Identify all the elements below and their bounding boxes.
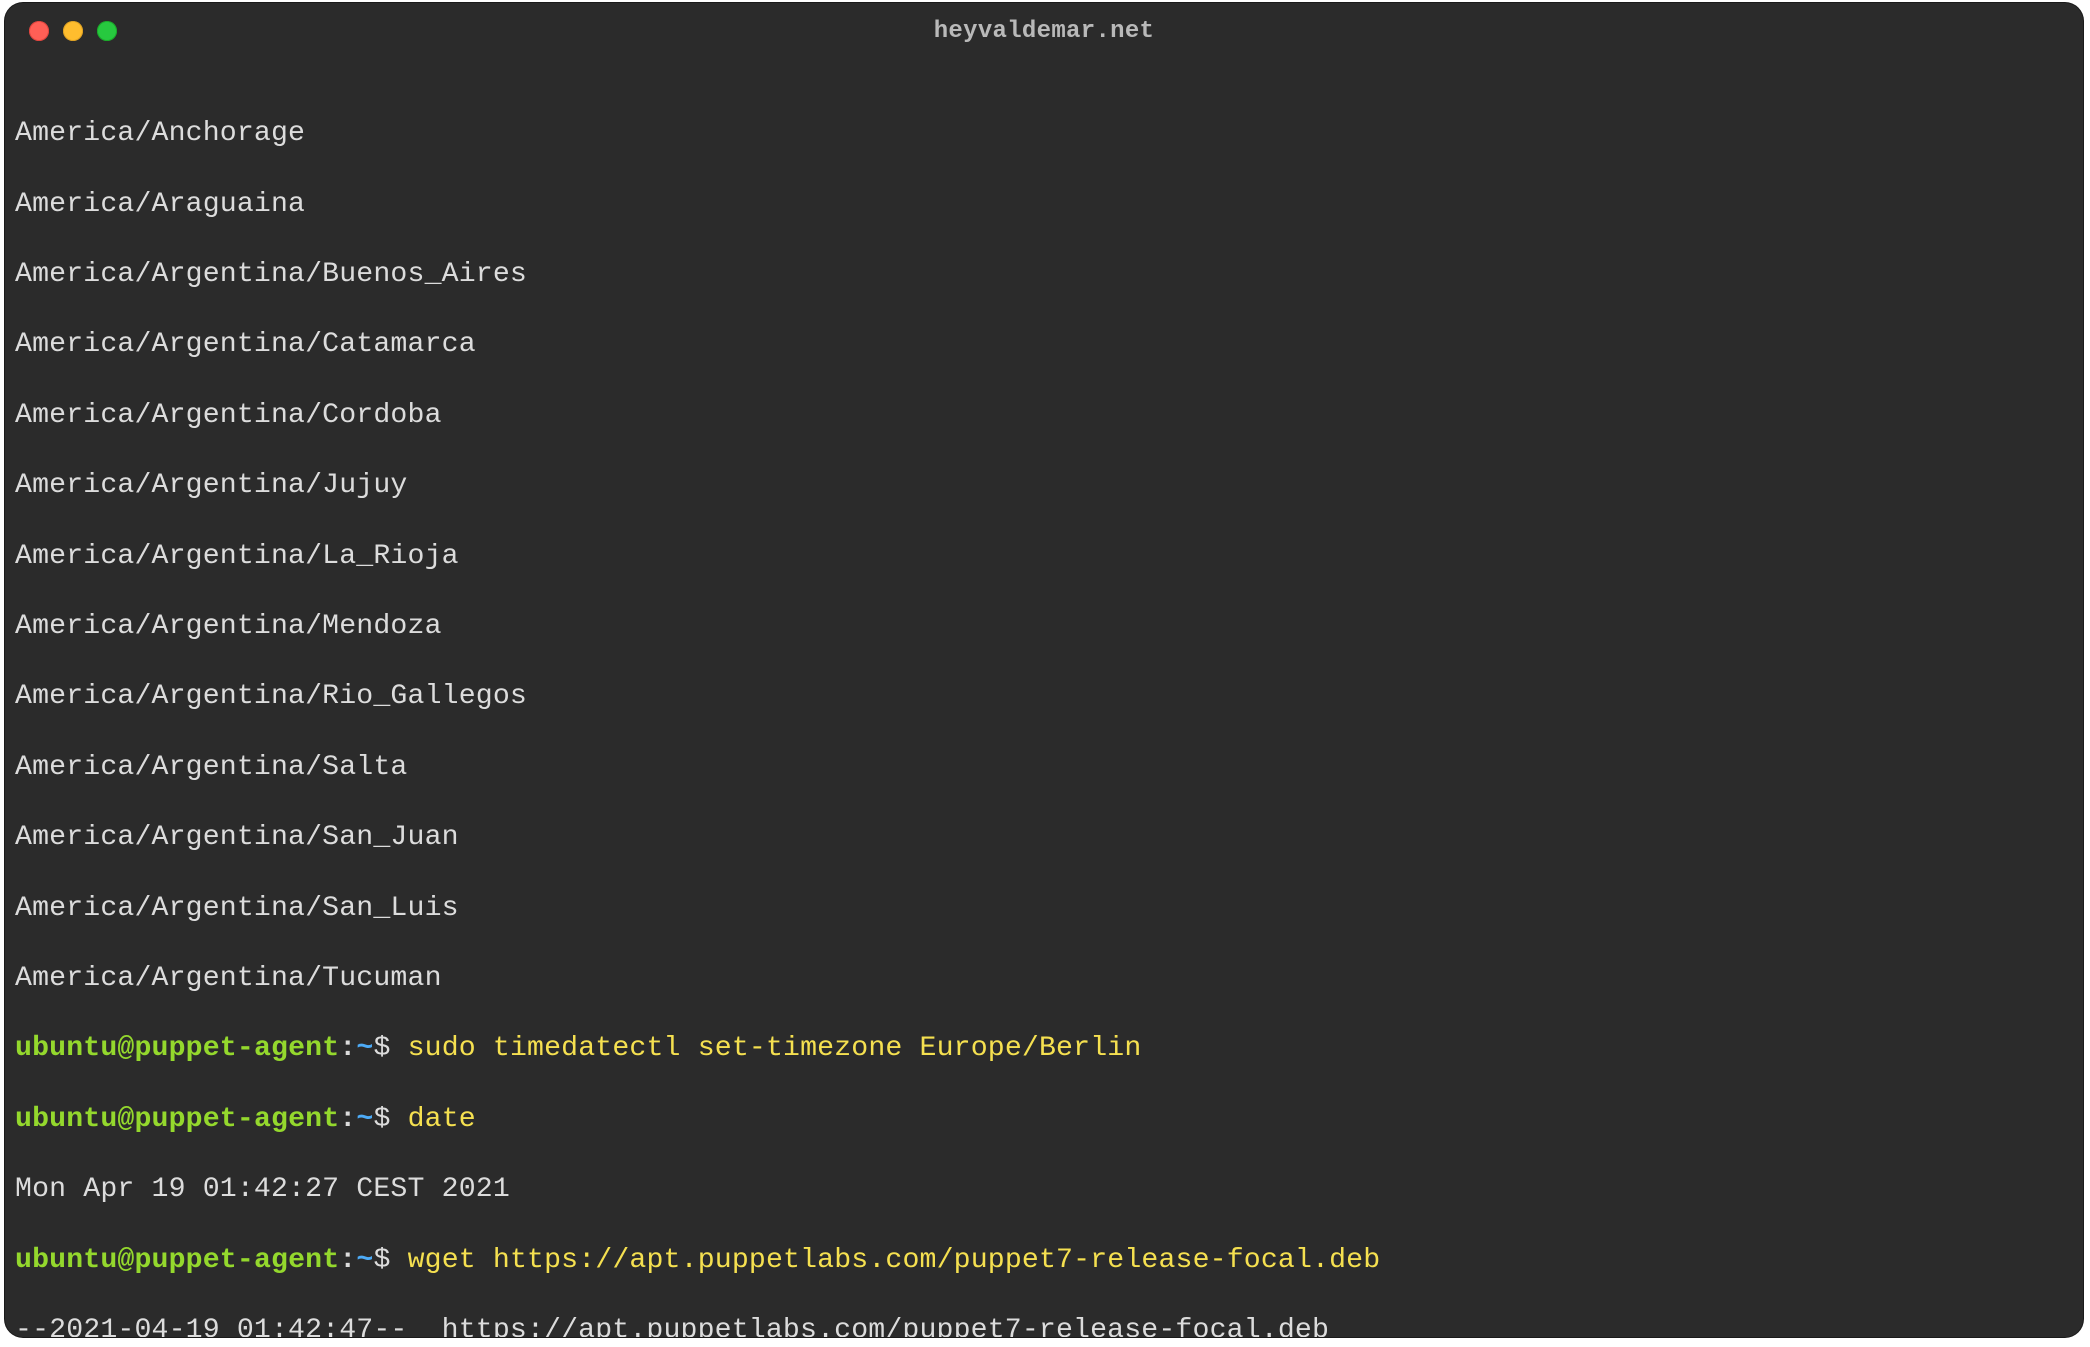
tz-line: America/Argentina/Cordoba [15, 398, 2077, 433]
titlebar: heyvaldemar.net [5, 3, 2083, 59]
tz-line: America/Argentina/Salta [15, 750, 2077, 785]
tz-line: America/Argentina/Catamarca [15, 327, 2077, 362]
minimize-icon[interactable] [63, 21, 83, 41]
prompt-colon: : [339, 1033, 356, 1064]
tz-line: America/Argentina/La_Rioja [15, 539, 2077, 574]
cmd-date: date [391, 1104, 476, 1135]
prompt-line: ubuntu@puppet-agent:~$ wget https://apt.… [15, 1243, 2077, 1278]
tz-line: America/Anchorage [15, 116, 2077, 151]
terminal-output[interactable]: America/Anchorage America/Araguaina Amer… [5, 59, 2083, 1337]
tz-line: America/Argentina/Buenos_Aires [15, 257, 2077, 292]
prompt-user: ubuntu [15, 1033, 117, 1064]
cmd-set-timezone: sudo timedatectl set-timezone Europe/Ber… [391, 1033, 1142, 1064]
prompt-path: ~ [356, 1033, 373, 1064]
date-output: Mon Apr 19 01:42:27 CEST 2021 [15, 1172, 2077, 1207]
tz-line: America/Argentina/San_Juan [15, 820, 2077, 855]
zoom-icon[interactable] [97, 21, 117, 41]
prompt-host: puppet-agent [134, 1033, 339, 1064]
cmd-wget: wget https://apt.puppetlabs.com/puppet7-… [391, 1245, 1381, 1276]
close-icon[interactable] [29, 21, 49, 41]
prompt-at: @ [117, 1033, 134, 1064]
tz-line: America/Argentina/Mendoza [15, 609, 2077, 644]
tz-line: America/Argentina/Tucuman [15, 961, 2077, 996]
wget-output: --2021-04-19 01:42:47-- https://apt.pupp… [15, 1313, 2077, 1337]
tz-line: America/Araguaina [15, 187, 2077, 222]
tz-line: America/Argentina/San_Luis [15, 891, 2077, 926]
tz-line: America/Argentina/Jujuy [15, 468, 2077, 503]
window-title: heyvaldemar.net [5, 18, 2083, 45]
prompt-dollar: $ [373, 1033, 390, 1064]
traffic-lights [29, 21, 117, 41]
tz-line: America/Argentina/Rio_Gallegos [15, 679, 2077, 714]
prompt-line: ubuntu@puppet-agent:~$ date [15, 1102, 2077, 1137]
terminal-window: heyvaldemar.net America/Anchorage Americ… [5, 3, 2083, 1337]
prompt-line: ubuntu@puppet-agent:~$ sudo timedatectl … [15, 1031, 2077, 1066]
